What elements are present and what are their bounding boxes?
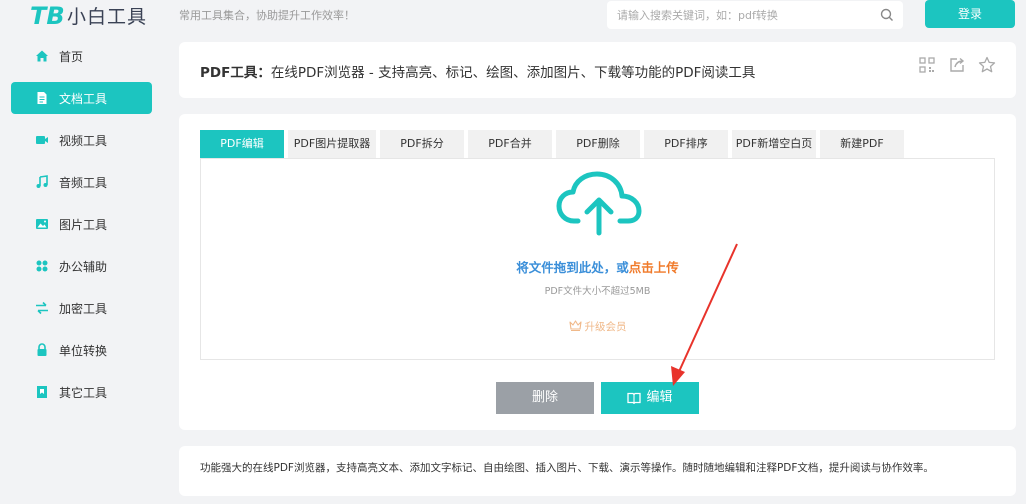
search-icon[interactable] — [879, 7, 895, 23]
click-upload-link[interactable]: 点击上传 — [629, 260, 679, 275]
sidebar-item-label: 其它工具 — [59, 385, 108, 400]
sidebar-item-label: 首页 — [59, 49, 84, 64]
tab-pdf-delete[interactable]: PDF删除 — [556, 130, 640, 158]
sidebar-item-image-tools[interactable]: 图片工具 — [11, 208, 152, 240]
search-input[interactable] — [607, 1, 857, 29]
tool-description-text: 功能强大的在线PDF浏览器，支持高亮文本、添加文字标记、自由绘图、插入图片、下载… — [200, 462, 934, 474]
tab-pdf-sort[interactable]: PDF排序 — [644, 130, 728, 158]
open-book-icon — [627, 392, 642, 404]
tab-pdf-image-extract[interactable]: PDF图片提取器 — [288, 130, 376, 158]
page-title: PDF工具：在线PDF浏览器 - 支持高亮、标记、绘图、添加图片、下载等功能的P… — [200, 61, 755, 81]
sidebar-item-other-tools[interactable]: 其它工具 — [11, 376, 152, 408]
home-icon — [35, 49, 49, 63]
pdf-tool-panel: PDF编辑 PDF图片提取器 PDF拆分 PDF合并 PDF删除 PDF排序 P… — [179, 114, 1016, 430]
cloud-upload-icon[interactable] — [556, 171, 642, 237]
title-actions — [918, 56, 996, 74]
sidebar-item-home[interactable]: 首页 — [11, 40, 152, 72]
document-icon — [35, 91, 49, 105]
top-header: TB 小白工具 常用工具集合，协助提升工作效率！ 登录 — [0, 0, 1026, 30]
slogan: 常用工具集合，协助提升工作效率！ — [179, 9, 355, 22]
tab-pdf-split[interactable]: PDF拆分 — [380, 130, 464, 158]
drop-instruction: 将文件拖到此处，或点击上传 — [201, 257, 994, 276]
sidebar: 首页 文档工具 视频工具 音频工具 图片工具 办公辅助 加密工具 单位转换 其它… — [11, 40, 152, 418]
music-icon — [35, 175, 49, 189]
tool-title-card: PDF工具：在线PDF浏览器 - 支持高亮、标记、绘图、添加图片、下载等功能的P… — [179, 42, 1016, 98]
tab-pdf-merge[interactable]: PDF合并 — [468, 130, 552, 158]
sidebar-item-audio-tools[interactable]: 音频工具 — [11, 166, 152, 198]
star-icon[interactable] — [978, 56, 996, 74]
sidebar-item-label: 办公辅助 — [59, 259, 108, 274]
sidebar-item-label: 音频工具 — [59, 175, 108, 190]
sidebar-item-label: 图片工具 — [59, 217, 108, 232]
sidebar-item-encrypt-tools[interactable]: 加密工具 — [11, 292, 152, 324]
tool-tabs: PDF编辑 PDF图片提取器 PDF拆分 PDF合并 PDF删除 PDF排序 P… — [200, 130, 908, 158]
logo-text: 小白工具 — [67, 5, 148, 28]
upgrade-member-link[interactable]: 升级会员 — [201, 319, 994, 334]
tab-new-pdf[interactable]: 新建PDF — [820, 130, 904, 158]
login-button[interactable]: 登录 — [925, 0, 1015, 28]
description-card: 功能强大的在线PDF浏览器，支持高亮文本、添加文字标记、自由绘图、插入图片、下载… — [179, 446, 1016, 496]
tab-pdf-add-blank[interactable]: PDF新增空白页 — [732, 130, 816, 158]
delete-button[interactable]: 删除 — [496, 382, 594, 414]
sidebar-item-video-tools[interactable]: 视频工具 — [11, 124, 152, 156]
exchange-icon — [35, 301, 49, 315]
svg-text:TB: TB — [30, 2, 64, 28]
sidebar-item-unit-convert[interactable]: 单位转换 — [11, 334, 152, 366]
sidebar-item-label: 视频工具 — [59, 133, 108, 148]
sidebar-item-label: 文档工具 — [59, 91, 108, 106]
edit-button[interactable]: 编辑 — [601, 382, 699, 414]
search-box — [607, 1, 903, 29]
video-icon — [35, 133, 49, 147]
crown-icon — [568, 320, 582, 331]
qrcode-icon[interactable] — [918, 56, 936, 74]
edit-label: 编辑 — [646, 390, 673, 405]
sidebar-item-label: 加密工具 — [59, 301, 108, 316]
sidebar-item-office-assist[interactable]: 办公辅助 — [11, 250, 152, 282]
logo-mark-icon: TB — [30, 2, 65, 30]
bookmark-icon — [35, 385, 49, 399]
file-size-hint: PDF文件大小不超过5MB — [544, 286, 651, 297]
tab-pdf-edit[interactable]: PDF编辑 — [200, 130, 284, 158]
upgrade-label: 升级会员 — [584, 321, 627, 333]
sidebar-item-label: 单位转换 — [59, 343, 108, 358]
tool-name: PDF工具： — [200, 65, 271, 81]
logo[interactable]: TB 小白工具 — [30, 2, 148, 30]
tool-description: 在线PDF浏览器 - 支持高亮、标记、绘图、添加图片、下载等功能的PDF阅读工具 — [270, 65, 756, 81]
sidebar-item-document-tools[interactable]: 文档工具 — [11, 82, 152, 114]
grid-icon — [35, 259, 49, 273]
drag-text: 将文件拖到此处，或 — [516, 260, 629, 275]
upload-dropzone[interactable]: 将文件拖到此处，或点击上传 PDF文件大小不超过5MB 升级会员 — [200, 158, 995, 360]
lock-icon — [35, 343, 49, 357]
image-icon — [35, 217, 49, 231]
share-icon[interactable] — [948, 56, 966, 74]
